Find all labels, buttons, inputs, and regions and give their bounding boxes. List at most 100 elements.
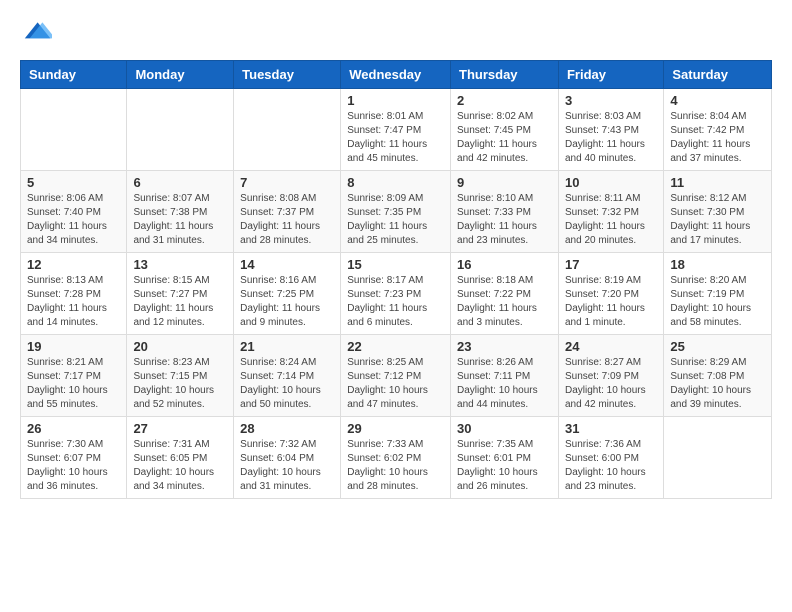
col-wednesday: Wednesday [341,61,451,89]
table-row: 18Sunrise: 8:20 AM Sunset: 7:19 PM Dayli… [664,253,772,335]
day-number: 8 [347,175,444,190]
day-info: Sunrise: 8:16 AM Sunset: 7:25 PM Dayligh… [240,274,334,330]
day-info: Sunrise: 8:25 AM Sunset: 7:12 PM Dayligh… [347,356,444,412]
col-monday: Monday [127,61,234,89]
day-info: Sunrise: 8:09 AM Sunset: 7:35 PM Dayligh… [347,192,444,248]
page: Sunday Monday Tuesday Wednesday Thursday… [0,0,792,612]
day-number: 26 [27,421,120,436]
day-number: 9 [457,175,552,190]
table-row: 7 Sunrise: 8:08 AM Sunset: 7:37 PM Daylig… [234,171,341,253]
day-number: 7 [240,175,334,190]
day-info: Sunrise: 7:31 AM Sunset: 6:05 PM Dayligh… [133,438,227,494]
day-number: 4 [670,93,765,108]
header [20,16,772,48]
day-number: 25 [670,339,765,354]
table-row: 24 Sunrise: 8:27 AM Sunset: 7:09 PM Dayli… [558,335,663,417]
calendar-header-row: Sunday Monday Tuesday Wednesday Thursday… [21,61,772,89]
day-number: 22 [347,339,444,354]
table-row: 6 Sunrise: 8:07 AM Sunset: 7:38 PM Daylig… [127,171,234,253]
calendar-week-row: 12 Sunrise: 8:13 AM Sunset: 7:28 PM Dayli… [21,253,772,335]
day-number: 15 [347,257,444,272]
day-number: 3 [565,93,657,108]
day-number: 17 [565,257,657,272]
logo [20,16,56,48]
table-row: 25Sunrise: 8:29 AM Sunset: 7:08 PM Dayli… [664,335,772,417]
day-info: Sunrise: 8:01 AM Sunset: 7:47 PM Dayligh… [347,110,444,166]
table-row: 21Sunrise: 8:24 AM Sunset: 7:14 PM Dayli… [234,335,341,417]
day-number: 16 [457,257,552,272]
day-info: Sunrise: 8:11 AM Sunset: 7:32 PM Dayligh… [565,192,657,248]
table-row: 19 Sunrise: 8:21 AM Sunset: 7:17 PM Dayli… [21,335,127,417]
calendar-week-row: 19 Sunrise: 8:21 AM Sunset: 7:17 PM Dayli… [21,335,772,417]
day-number: 12 [27,257,120,272]
table-row: 16 Sunrise: 8:18 AM Sunset: 7:22 PM Dayli… [451,253,559,335]
day-number: 20 [133,339,227,354]
day-info: Sunrise: 8:17 AM Sunset: 7:23 PM Dayligh… [347,274,444,330]
day-number: 14 [240,257,334,272]
table-row: 29Sunrise: 7:33 AM Sunset: 6:02 PM Dayli… [341,417,451,499]
table-row [234,89,341,171]
day-number: 27 [133,421,227,436]
table-row: 30Sunrise: 7:35 AM Sunset: 6:01 PM Dayli… [451,417,559,499]
col-saturday: Saturday [664,61,772,89]
table-row: 1 Sunrise: 8:01 AM Sunset: 7:47 PM Daylig… [341,89,451,171]
day-number: 19 [27,339,120,354]
day-number: 6 [133,175,227,190]
day-info: Sunrise: 8:13 AM Sunset: 7:28 PM Dayligh… [27,274,120,330]
table-row: 22 Sunrise: 8:25 AM Sunset: 7:12 PM Dayli… [341,335,451,417]
day-info: Sunrise: 8:24 AM Sunset: 7:14 PM Dayligh… [240,356,334,412]
table-row: 11 Sunrise: 8:12 AM Sunset: 7:30 PM Dayli… [664,171,772,253]
day-number: 1 [347,93,444,108]
calendar-week-row: 1 Sunrise: 8:01 AM Sunset: 7:47 PM Daylig… [21,89,772,171]
col-tuesday: Tuesday [234,61,341,89]
logo-icon [20,16,52,48]
table-row: 14 Sunrise: 8:16 AM Sunset: 7:25 PM Dayli… [234,253,341,335]
day-number: 24 [565,339,657,354]
table-row: 31 Sunrise: 7:36 AM Sunset: 6:00 PM Dayli… [558,417,663,499]
day-number: 10 [565,175,657,190]
table-row: 27 Sunrise: 7:31 AM Sunset: 6:05 PM Dayli… [127,417,234,499]
day-number: 28 [240,421,334,436]
day-info: Sunrise: 8:06 AM Sunset: 7:40 PM Dayligh… [27,192,120,248]
calendar-week-row: 26 Sunrise: 7:30 AM Sunset: 6:07 PM Dayli… [21,417,772,499]
day-number: 23 [457,339,552,354]
day-info: Sunrise: 8:19 AM Sunset: 7:20 PM Dayligh… [565,274,657,330]
table-row: 12 Sunrise: 8:13 AM Sunset: 7:28 PM Dayli… [21,253,127,335]
day-info: Sunrise: 8:07 AM Sunset: 7:38 PM Dayligh… [133,192,227,248]
table-row: 17 Sunrise: 8:19 AM Sunset: 7:20 PM Dayli… [558,253,663,335]
day-number: 5 [27,175,120,190]
table-row: 20 Sunrise: 8:23 AM Sunset: 7:15 PM Dayli… [127,335,234,417]
day-number: 13 [133,257,227,272]
day-info: Sunrise: 8:23 AM Sunset: 7:15 PM Dayligh… [133,356,227,412]
day-info: Sunrise: 8:27 AM Sunset: 7:09 PM Dayligh… [565,356,657,412]
day-number: 11 [670,175,765,190]
day-info: Sunrise: 7:36 AM Sunset: 6:00 PM Dayligh… [565,438,657,494]
day-info: Sunrise: 7:35 AM Sunset: 6:01 PM Dayligh… [457,438,552,494]
calendar: Sunday Monday Tuesday Wednesday Thursday… [20,60,772,499]
day-info: Sunrise: 8:02 AM Sunset: 7:45 PM Dayligh… [457,110,552,166]
table-row: 13Sunrise: 8:15 AM Sunset: 7:27 PM Dayli… [127,253,234,335]
day-number: 18 [670,257,765,272]
table-row: 10 Sunrise: 8:11 AM Sunset: 7:32 PM Dayli… [558,171,663,253]
table-row: 26 Sunrise: 7:30 AM Sunset: 6:07 PM Dayli… [21,417,127,499]
table-row: 15 Sunrise: 8:17 AM Sunset: 7:23 PM Dayli… [341,253,451,335]
table-row [664,417,772,499]
day-info: Sunrise: 8:12 AM Sunset: 7:30 PM Dayligh… [670,192,765,248]
calendar-week-row: 5 Sunrise: 8:06 AM Sunset: 7:40 PM Daylig… [21,171,772,253]
day-info: Sunrise: 8:04 AM Sunset: 7:42 PM Dayligh… [670,110,765,166]
table-row: 28 Sunrise: 7:32 AM Sunset: 6:04 PM Dayli… [234,417,341,499]
table-row: 5 Sunrise: 8:06 AM Sunset: 7:40 PM Daylig… [21,171,127,253]
table-row: 9Sunrise: 8:10 AM Sunset: 7:33 PM Daylig… [451,171,559,253]
day-number: 31 [565,421,657,436]
day-info: Sunrise: 7:32 AM Sunset: 6:04 PM Dayligh… [240,438,334,494]
day-info: Sunrise: 8:26 AM Sunset: 7:11 PM Dayligh… [457,356,552,412]
table-row: 2 Sunrise: 8:02 AM Sunset: 7:45 PM Daylig… [451,89,559,171]
day-info: Sunrise: 7:30 AM Sunset: 6:07 PM Dayligh… [27,438,120,494]
day-info: Sunrise: 7:33 AM Sunset: 6:02 PM Dayligh… [347,438,444,494]
day-info: Sunrise: 8:18 AM Sunset: 7:22 PM Dayligh… [457,274,552,330]
day-info: Sunrise: 8:08 AM Sunset: 7:37 PM Dayligh… [240,192,334,248]
day-number: 2 [457,93,552,108]
col-thursday: Thursday [451,61,559,89]
day-info: Sunrise: 8:21 AM Sunset: 7:17 PM Dayligh… [27,356,120,412]
col-sunday: Sunday [21,61,127,89]
